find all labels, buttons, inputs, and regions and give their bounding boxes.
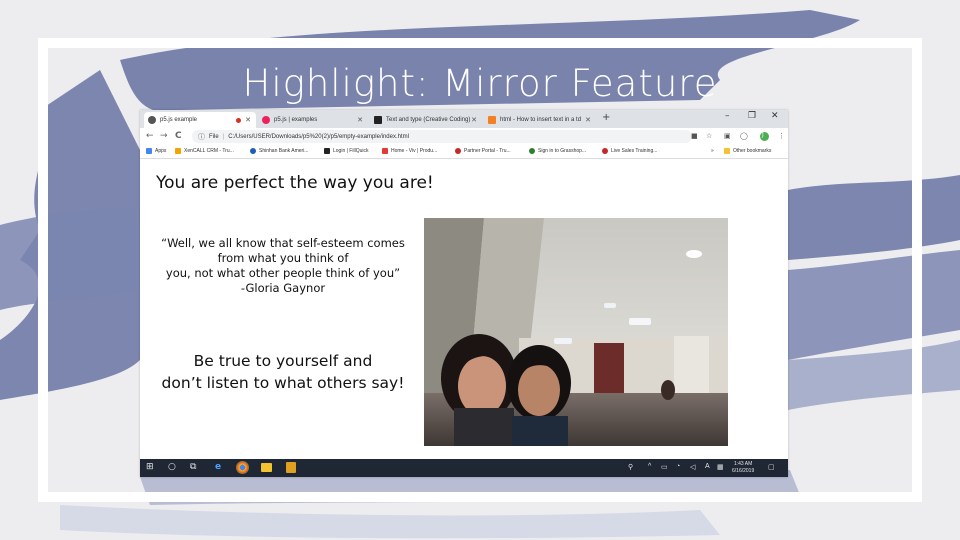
wifi-icon[interactable]: ◔ — [676, 463, 680, 470]
clock[interactable]: 1:43 AM 6/16/2019 — [732, 461, 754, 475]
address-bar-row: ← → C ⓘ File | C:/Users/USER/Downloads/p… — [140, 128, 788, 145]
bookmark-label: XenCALL CRM - Tru... — [184, 148, 234, 154]
notifications-icon[interactable]: ▢ — [768, 463, 775, 471]
bookmark-label: Live Sales Training... — [611, 148, 658, 154]
windows-start-icon[interactable]: ⊞ — [146, 462, 154, 472]
clock-date: 6/16/2019 — [732, 468, 755, 474]
stackoverflow-icon — [488, 116, 496, 124]
avatar-initial: J — [762, 131, 764, 138]
bookmark-label: Other bookmarks — [733, 148, 772, 154]
bookmarks-more[interactable]: » — [711, 148, 714, 154]
task-view-icon[interactable]: ⧉ — [190, 462, 196, 472]
address-input[interactable]: ⓘ File | C:/Users/USER/Downloads/p5%20(2… — [192, 130, 692, 143]
divider: | — [222, 133, 225, 140]
tab-label: Text and type (Creative Coding) — [386, 117, 471, 123]
bookmark-shinhan[interactable]: Shinhan Bank Ameri... — [250, 148, 308, 154]
close-icon[interactable]: ✕ — [245, 116, 251, 124]
url-text: C:/Users/USER/Downloads/p5%20(2)/p5/empt… — [228, 133, 409, 140]
bookmark-partner-portal[interactable]: Partner Portal - Tru... — [455, 148, 511, 154]
bookmark-fillquick[interactable]: Login | FillQuick — [324, 148, 368, 154]
windows-taskbar: ⊞ ○ ⧉ e ⚲ ^ ▭ ◔ ◁ A ▦ 1:43 AM 6/16/2019 … — [140, 459, 788, 477]
browser-window: p5.js example ✕ p5.js | examples ✕ Text … — [140, 110, 788, 477]
apps-grid-icon — [146, 148, 152, 154]
star-icon — [262, 116, 270, 124]
calendar-icon[interactable]: ▦ — [717, 463, 724, 471]
file-explorer-icon[interactable] — [261, 463, 272, 472]
site-icon — [602, 148, 608, 154]
bookmark-label: Partner Portal - Tru... — [464, 148, 511, 154]
tab-bar: p5.js example ✕ p5.js | examples ✕ Text … — [140, 110, 788, 128]
webcam-mirror-feed — [424, 218, 728, 446]
tab-html-insert-text[interactable]: html - How to insert text in a td ✕ — [484, 112, 596, 128]
scheme-label: File — [209, 133, 219, 140]
page-heading: You are perfect the way you are! — [156, 173, 434, 193]
chrome-icon — [148, 116, 156, 124]
people-icon[interactable]: ⚲ — [628, 463, 633, 471]
close-window-button[interactable]: ✕ — [771, 111, 779, 121]
bookmark-label: Login | FillQuick — [333, 148, 369, 154]
battery-icon[interactable]: ▭ — [661, 463, 668, 471]
close-icon[interactable]: ✕ — [471, 116, 477, 124]
bookmark-viv[interactable]: Home - Viv | Produ... — [382, 148, 437, 154]
bookmark-star-icon[interactable]: ☆ — [706, 132, 712, 140]
reload-button[interactable]: C — [175, 131, 182, 141]
minimize-button[interactable]: – — [725, 111, 730, 121]
tab-label: html - How to insert text in a td — [500, 117, 582, 123]
folder-icon — [724, 148, 730, 154]
bookmarks-bar: Apps XenCALL CRM - Tru... Shinhan Bank A… — [140, 145, 788, 159]
more-chevron-icon: » — [711, 148, 714, 154]
restore-button[interactable]: ❐ — [748, 111, 756, 121]
bookmark-label: Home - Viv | Produ... — [391, 148, 438, 154]
bookmark-label: Shinhan Bank Ameri... — [259, 148, 309, 154]
input-language[interactable]: A — [705, 463, 710, 470]
forward-button[interactable]: → — [160, 131, 168, 141]
slide-title: Highlight: Mirror Feature — [242, 62, 718, 105]
document-icon — [374, 116, 382, 124]
bookmark-xencall[interactable]: XenCALL CRM - Tru... — [175, 148, 234, 154]
bookmark-label: Sign in to Grasshop... — [538, 148, 587, 154]
search-icon[interactable]: ○ — [168, 462, 176, 472]
bookmark-grasshopper[interactable]: Sign in to Grasshop... — [529, 148, 586, 154]
close-icon[interactable]: ✕ — [585, 116, 591, 124]
quote-attribution: -Gloria Gaynor — [240, 281, 326, 295]
edge-icon[interactable]: e — [215, 462, 221, 472]
tab-p5js-example[interactable]: p5.js example ✕ — [144, 112, 256, 128]
extension-2-icon[interactable]: ◯ — [740, 132, 748, 140]
tab-label: p5.js example — [160, 117, 198, 123]
info-icon: ⓘ — [198, 133, 205, 141]
back-button[interactable]: ← — [146, 131, 154, 141]
tab-label: p5.js | examples — [274, 117, 318, 123]
quote-block: “Well, we all know that self-esteem come… — [142, 236, 424, 296]
folder-icon — [175, 148, 181, 154]
grasshopper-icon — [529, 148, 535, 154]
close-icon[interactable]: ✕ — [357, 116, 363, 124]
new-tab-button[interactable]: + — [602, 112, 610, 123]
heart-icon — [382, 148, 388, 154]
menu-icon[interactable]: ⋮ — [778, 132, 785, 140]
extension-icon[interactable]: ▣ — [724, 132, 731, 140]
recording-icon — [236, 117, 241, 123]
camera-icon[interactable]: ■ — [691, 132, 698, 140]
other-bookmarks[interactable]: Other bookmarks — [724, 148, 771, 154]
quote-line: “Well, we all know that self-esteem come… — [161, 236, 405, 250]
advice-line: don’t listen to what others say! — [161, 374, 405, 392]
chevron-up-icon[interactable]: ^ — [648, 463, 651, 470]
globe-icon — [250, 148, 256, 154]
quote-line: from what you think of — [217, 251, 349, 265]
quote-line: you, not what other people think of you” — [165, 266, 401, 280]
chrome-icon[interactable] — [236, 461, 249, 474]
advice-block: Be true to yourself and don’t listen to … — [142, 350, 424, 394]
tab-text-and-type[interactable]: Text and type (Creative Coding) ✕ — [370, 112, 482, 128]
sublime-icon[interactable] — [286, 462, 296, 473]
tab-p5js-examples[interactable]: p5.js | examples ✕ — [258, 112, 368, 128]
bookmark-apps[interactable]: Apps — [146, 148, 166, 154]
volume-icon[interactable]: ◁ — [690, 463, 695, 471]
clock-time: 1:43 AM — [733, 461, 753, 467]
site-icon — [324, 148, 330, 154]
bookmark-label: Apps — [155, 148, 167, 154]
bookmark-live-sales[interactable]: Live Sales Training... — [602, 148, 657, 154]
site-icon — [455, 148, 461, 154]
page-canvas: You are perfect the way you are! “Well, … — [140, 160, 788, 459]
advice-line: Be true to yourself and — [193, 352, 373, 370]
